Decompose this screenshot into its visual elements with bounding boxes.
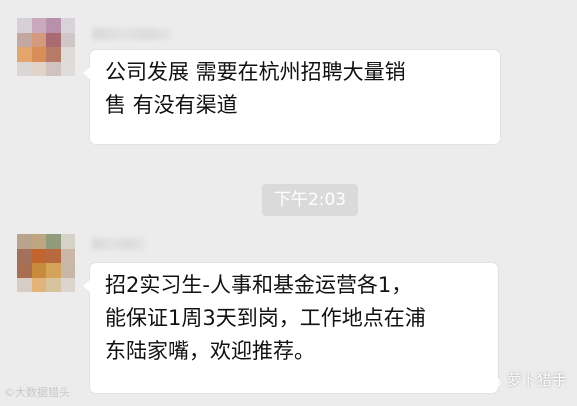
avatar-pixel — [60, 61, 75, 76]
wechat-account-icon — [481, 370, 501, 388]
avatar-pixel — [17, 18, 32, 33]
watermark-left: ©大数据猎头 — [4, 386, 70, 399]
avatar-pixel — [17, 32, 32, 47]
avatar-pixel — [46, 18, 61, 33]
timestamp: 下午2:03 — [262, 184, 358, 216]
sender-avatar[interactable] — [17, 18, 75, 76]
avatar-pixel — [17, 248, 32, 263]
avatar-pixel — [31, 32, 46, 47]
sender-name-blurred — [92, 238, 146, 250]
avatar-pixel — [31, 248, 46, 263]
avatar-pixel — [46, 47, 61, 62]
sender-avatar[interactable] — [17, 234, 75, 292]
avatar-pixel — [31, 47, 46, 62]
watermark-right: 萝卜猎手 — [481, 369, 567, 390]
avatar-pixel — [17, 277, 32, 292]
avatar-pixel — [17, 263, 32, 278]
sender-name-blurred — [92, 28, 172, 40]
avatar-pixel — [46, 263, 61, 278]
avatar-pixel — [60, 47, 75, 62]
message-text-line: 售 有没有渠道 — [105, 93, 238, 117]
avatar-pixel — [46, 234, 61, 249]
avatar-pixel — [31, 263, 46, 278]
message-bubble[interactable]: 招2实习生-人事和基金运营各1， 能保证1周3天到岗，工作地点在浦 东陆家嘴，欢… — [83, 263, 498, 393]
avatar-pixel — [60, 234, 75, 249]
message-text-line: 招2实习生-人事和基金运营各1， — [105, 273, 413, 297]
avatar-pixel — [46, 248, 61, 263]
avatar-pixel — [31, 18, 46, 33]
avatar-pixel — [17, 47, 32, 62]
avatar-pixel — [31, 234, 46, 249]
avatar-pixel — [60, 18, 75, 33]
avatar-pixel — [17, 61, 32, 76]
avatar-pixel — [60, 263, 75, 278]
avatar-pixel — [60, 248, 75, 263]
avatar-pixel — [31, 277, 46, 292]
avatar-pixel — [46, 61, 61, 76]
avatar-pixel — [46, 32, 61, 47]
message-bubble[interactable]: 公司发展 需要在杭州招聘大量销 售 有没有渠道 — [83, 50, 500, 144]
avatar-pixel — [60, 32, 75, 47]
avatar-pixel — [60, 277, 75, 292]
watermark-right-text: 萝卜猎手 — [506, 371, 567, 389]
avatar-pixel — [17, 234, 32, 249]
avatar-pixel — [46, 277, 61, 292]
avatar-pixel — [31, 61, 46, 76]
message-text-line: 公司发展 需要在杭州招聘大量销 — [105, 60, 406, 84]
message-text-line: 东陆家嘴，欢迎推荐。 — [105, 339, 315, 363]
message-text-line: 能保证1周3天到岗，工作地点在浦 — [105, 306, 426, 330]
